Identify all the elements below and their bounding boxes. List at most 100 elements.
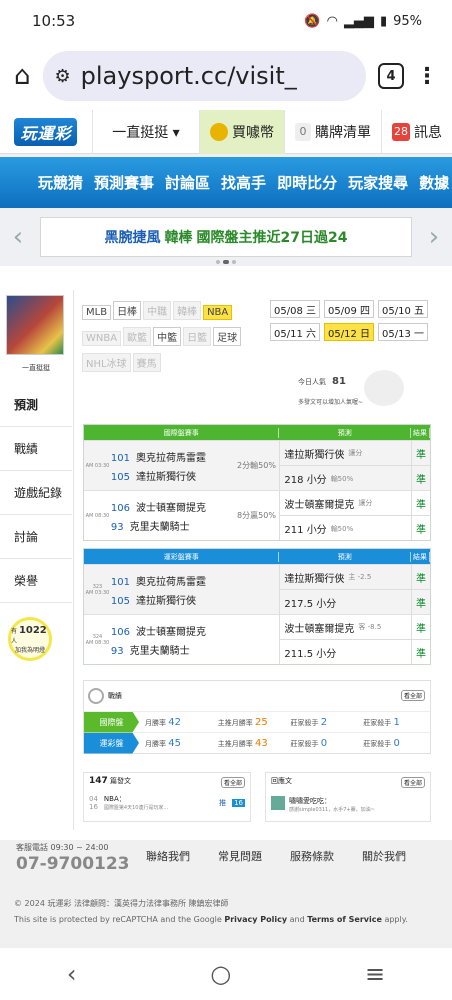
stats-cell-value: 2	[320, 716, 328, 728]
main-nav-item[interactable]: 玩家搜尋	[348, 172, 408, 193]
stats-cell: 莊家殺手 2	[285, 717, 358, 728]
main-nav-item[interactable]: 找高手	[221, 172, 266, 193]
match-time-cell: AM 08:30	[84, 491, 111, 540]
league-chip[interactable]: 日棒	[113, 301, 142, 320]
sidebar-item[interactable]: 討論	[0, 515, 72, 559]
sidebar-item[interactable]: 戰績	[0, 427, 72, 471]
top-nav: 玩運彩 一直挺挺 ▾ 買噱幣 0 購牌清單 28 訊息	[0, 110, 452, 154]
team-line: 101 奧克拉荷馬雷霆	[111, 573, 234, 588]
result-badge: 準	[412, 441, 430, 466]
avatar[interactable]	[6, 295, 64, 355]
home-icon[interactable]: ⌂	[14, 61, 31, 91]
promo-text[interactable]: 黑腕捷風 韓棒 國際盤主推近27日過24	[40, 217, 412, 257]
terms-link[interactable]: Terms of Service	[307, 915, 382, 924]
footer: 客服電話 09:30 ~ 24:00 07-9700123 聯絡我們 常見問題 服務…	[0, 840, 452, 948]
bulb-icon[interactable]: 有 1022 人 加我為明燈	[8, 617, 52, 661]
match-time: AM 03:30	[85, 589, 110, 596]
league-chip[interactable]: 中職	[143, 301, 172, 320]
stats-cell-label: 莊家殺手	[363, 739, 392, 748]
result-badge: 準	[412, 615, 430, 640]
back-icon[interactable]: ‹	[67, 960, 77, 988]
see-all-record-button[interactable]: 看全部	[400, 690, 425, 701]
result-cell: 準準	[411, 565, 430, 614]
footer-link[interactable]: 聯絡我們	[146, 848, 190, 864]
hotline-number[interactable]: 07-9700123	[16, 854, 130, 874]
cart-button[interactable]: 0 購牌清單	[284, 110, 381, 154]
teams-cell: 101 奧克拉荷馬雷霆 105 達拉斯獨行俠	[111, 565, 234, 614]
sidebar-item[interactable]: 榮譽	[0, 559, 72, 603]
date-chip[interactable]: 05/09 四	[324, 300, 374, 318]
reply-item[interactable]: 嘯嘯愛吃吃： 感謝simple0311，水手7+賽，加油~	[271, 796, 425, 813]
recaptcha-notice: This site is protected by reCAPTCHA and …	[14, 915, 408, 924]
buy-coin-button[interactable]: 買噱幣	[199, 110, 284, 154]
match-row: AM 03:30 101 奧克拉荷馬雷霆 105 達拉斯獨行俠 2分輸50% 達拉斯獨行俠讓…	[84, 440, 430, 490]
match-time-cell: AM 03:30	[84, 441, 111, 490]
post-item[interactable]: 04 16 NBA： 國際盤第4天10連行是玩家... 推 16	[89, 794, 245, 811]
league-chip[interactable]: NHL冰球	[82, 353, 131, 372]
message-button[interactable]: 28 訊息	[381, 110, 452, 154]
league-chip[interactable]: MLB	[82, 305, 112, 320]
home-circle-icon[interactable]: ○	[210, 960, 231, 988]
league-chip[interactable]: WNBA	[82, 331, 122, 346]
user-menu[interactable]: 一直挺挺 ▾	[91, 110, 199, 154]
see-all-posts-button[interactable]: 看全部	[220, 777, 245, 788]
recents-icon[interactable]: ≡	[365, 960, 385, 988]
league-chip[interactable]: 賽馬	[132, 353, 161, 372]
address-bar[interactable]: ⚙ playsport.cc/visit_	[42, 51, 366, 101]
main-nav-item[interactable]: 即時比分	[277, 172, 337, 193]
main-nav-item[interactable]: 玩競猜	[38, 172, 83, 193]
today-popularity: 今日人氣 81	[298, 376, 346, 387]
site-settings-icon[interactable]: ⚙	[55, 66, 71, 87]
site-logo[interactable]: 玩運彩	[0, 110, 92, 154]
team-name: 達拉斯獨行俠	[136, 595, 197, 607]
more-menu-icon[interactable]: ⋮	[416, 64, 438, 89]
coin-icon	[210, 122, 228, 141]
team-line: 106 波士頓塞爾提克	[111, 623, 234, 638]
main-nav-item[interactable]: 預測賽事	[94, 172, 154, 193]
chevron-right-icon[interactable]: ›	[424, 222, 444, 252]
stats-cell: 主推月勝率 43	[212, 738, 285, 749]
prediction-pick: 達拉斯獨行俠 讓分	[280, 441, 412, 466]
team-name: 奧克拉荷馬雷霆	[136, 452, 207, 464]
see-all-replies-button[interactable]: 看全部	[400, 777, 425, 788]
league-chip[interactable]: 日籃	[183, 327, 212, 346]
prediction-pick: 217.5 小分	[280, 590, 411, 615]
match-row: 323 AM 03:30 101 奧克拉荷馬雷霆 105 達拉斯獨行俠 達拉斯獨行俠主 -2…	[84, 564, 430, 614]
league-chip[interactable]: 足球	[213, 327, 242, 346]
stats-cell-label: 莊家殺手	[290, 739, 319, 748]
footer-link[interactable]: 常見問題	[218, 848, 262, 864]
main-nav-item[interactable]: 討論區	[165, 172, 210, 193]
date-chip[interactable]: 05/11 六	[270, 323, 320, 341]
pick-total: 211.5 小分	[284, 649, 337, 660]
result-cell: 準準	[411, 615, 430, 664]
status-time: 10:53	[32, 12, 76, 30]
league-chip[interactable]: 歐籃	[123, 327, 152, 346]
main-nav: 玩競猜 預測賽事 討論區 找高手 即時比分 玩家搜尋 數據	[0, 154, 452, 208]
pick-type: 客 -8.5	[358, 623, 382, 631]
teams-cell: 101 奧克拉荷馬雷霆 105 達拉斯獨行俠	[111, 441, 234, 490]
mascot-icon	[364, 370, 404, 406]
date-chip[interactable]: 05/10 五	[378, 300, 428, 318]
stats-cell-value: 45	[168, 737, 181, 749]
team-line: 93 克里夫蘭騎士	[111, 518, 234, 533]
team-number: 105	[110, 471, 131, 483]
footer-link[interactable]: 服務條款	[290, 848, 334, 864]
date-chip[interactable]: 05/12 日	[324, 323, 374, 341]
message-count: 28	[392, 122, 410, 141]
main-nav-item[interactable]: 數據	[419, 172, 449, 193]
prediction-pick: 211.5 小分	[280, 640, 411, 665]
league-chip[interactable]: NBA	[203, 305, 233, 320]
footer-link[interactable]: 關於我們	[362, 848, 406, 864]
result-cell: 準準	[411, 441, 430, 490]
sidebar-item[interactable]: 遊戲紀錄	[0, 471, 72, 515]
chevron-left-icon[interactable]: ‹	[8, 222, 28, 252]
date-chip[interactable]: 05/08 三	[270, 300, 320, 318]
privacy-link[interactable]: Privacy Policy	[224, 915, 287, 924]
stats-cell-label: 莊家殺手	[290, 718, 319, 727]
date-chip[interactable]: 05/13 一	[378, 323, 428, 341]
teams-cell: 106 波士頓塞爾提克 93 克里夫蘭騎士	[111, 491, 234, 540]
league-chip[interactable]: 韓棒	[173, 301, 202, 320]
tab-count-button[interactable]: 4	[378, 63, 404, 89]
sidebar-item[interactable]: 預測	[0, 383, 72, 427]
league-chip[interactable]: 中籃	[153, 327, 182, 346]
